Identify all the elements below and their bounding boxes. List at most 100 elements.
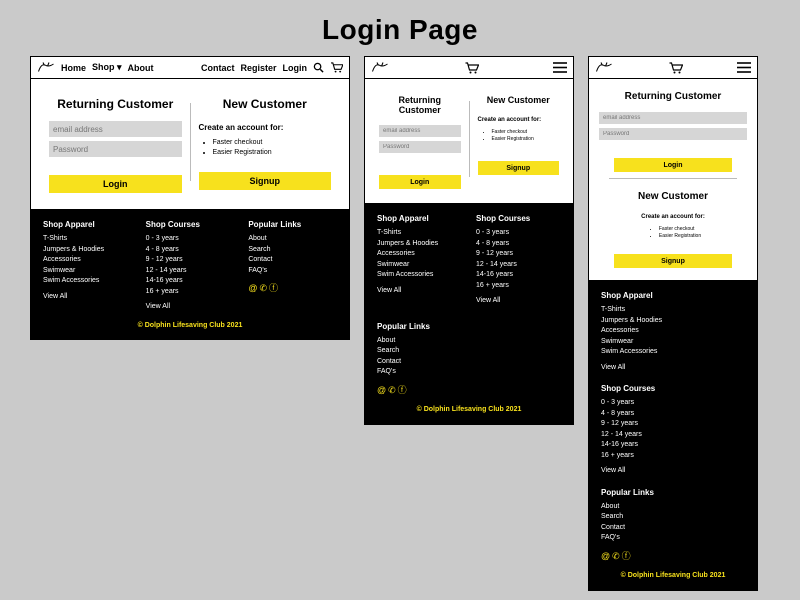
whatsapp-icon[interactable]: ✆ (612, 551, 620, 561)
footer-link[interactable]: FAQ's (601, 533, 745, 544)
password-input[interactable] (379, 141, 461, 153)
footer-link[interactable]: 14-16 years (146, 276, 235, 287)
footer-link[interactable]: Search (377, 346, 561, 357)
footer-link[interactable]: Contact (601, 523, 745, 534)
footer-apparel: Shop Apparel T-Shirts Jumpers & Hoodies … (377, 213, 462, 307)
footer-link[interactable]: 9 - 12 years (146, 255, 235, 266)
content-tablet: Returning Customer Login New Customer Cr… (365, 79, 573, 203)
nav-login[interactable]: Login (283, 63, 308, 73)
footer-link[interactable]: About (377, 336, 561, 347)
footer-link[interactable]: Jumpers & Hoodies (601, 316, 745, 327)
footer-link[interactable]: 16 + years (601, 451, 745, 462)
facebook-icon[interactable]: ⓕ (622, 551, 631, 561)
footer-link[interactable]: Search (601, 512, 745, 523)
footer-link[interactable]: Accessories (377, 249, 462, 260)
signup-button[interactable]: Signup (614, 254, 732, 268)
footer-link[interactable]: Contact (377, 357, 561, 368)
nav-contact[interactable]: Contact (201, 63, 235, 73)
cart-icon[interactable] (330, 62, 343, 73)
footer-link[interactable]: 0 - 3 years (476, 228, 561, 239)
footer-link[interactable]: 16 + years (146, 287, 235, 298)
footer-apparel-head: Shop Apparel (377, 213, 462, 225)
cart-icon[interactable] (668, 62, 683, 74)
footer-link[interactable]: Jumpers & Hoodies (377, 239, 462, 250)
nav-home[interactable]: Home (61, 63, 86, 73)
footer-link[interactable]: Swimwear (377, 260, 462, 271)
email-input[interactable] (599, 112, 747, 124)
footer-link[interactable]: 0 - 3 years (146, 234, 235, 245)
password-input[interactable] (599, 128, 747, 140)
footer-link[interactable]: FAQ's (377, 367, 561, 378)
footer-link[interactable]: 9 - 12 years (476, 249, 561, 260)
at-icon[interactable]: @ (377, 385, 386, 395)
login-button[interactable]: Login (49, 175, 182, 193)
footer-link[interactable]: T-Shirts (43, 234, 132, 245)
footer-link[interactable]: FAQ's (248, 266, 337, 277)
login-button[interactable]: Login (379, 175, 461, 189)
nav-about[interactable]: About (128, 63, 154, 73)
search-icon[interactable] (313, 62, 324, 73)
facebook-icon[interactable]: ⓕ (269, 283, 278, 293)
facebook-icon[interactable]: ⓕ (398, 385, 407, 395)
returning-customer-panel: Returning Customer Login (599, 87, 747, 172)
footer-link[interactable]: Jumpers & Hoodies (43, 245, 132, 256)
viewall-link[interactable]: View All (377, 286, 462, 297)
footer-link[interactable]: Swimwear (601, 337, 745, 348)
social-row: @ ✆ ⓕ (377, 384, 561, 398)
panel-divider (609, 178, 737, 179)
logo-icon (595, 61, 613, 75)
footer-link[interactable]: 4 - 8 years (146, 245, 235, 256)
hamburger-icon[interactable] (553, 62, 567, 73)
footer-link[interactable]: 4 - 8 years (601, 409, 745, 420)
email-input[interactable] (379, 125, 461, 137)
viewall-link[interactable]: View All (476, 296, 561, 307)
footer-link[interactable]: 14-16 years (476, 270, 561, 281)
whatsapp-icon[interactable]: ✆ (259, 283, 267, 293)
footer-mobile: Shop Apparel T-Shirts Jumpers & Hoodies … (589, 280, 757, 590)
signup-button[interactable]: Signup (478, 161, 560, 175)
footer-link[interactable]: 16 + years (476, 281, 561, 292)
footer-link[interactable]: Swim Accessories (377, 270, 462, 281)
footer-link[interactable]: T-Shirts (377, 228, 462, 239)
email-input[interactable] (49, 121, 182, 137)
footer-link[interactable]: 12 - 14 years (601, 430, 745, 441)
nav-shop[interactable]: Shop ▾ (92, 62, 122, 73)
viewall-link[interactable]: View All (43, 292, 132, 303)
footer-link[interactable]: Accessories (43, 255, 132, 266)
login-button[interactable]: Login (614, 158, 732, 172)
viewall-link[interactable]: View All (601, 466, 745, 477)
viewall-link[interactable]: View All (146, 302, 235, 313)
footer-link[interactable]: Swim Accessories (43, 276, 132, 287)
footer-link[interactable]: About (248, 234, 337, 245)
returning-title: Returning Customer (379, 95, 461, 115)
whatsapp-icon[interactable]: ✆ (388, 385, 396, 395)
footer-link[interactable]: Contact (248, 255, 337, 266)
signup-button[interactable]: Signup (199, 172, 332, 190)
hamburger-icon[interactable] (737, 62, 751, 73)
at-icon[interactable]: @ (601, 551, 610, 561)
cart-icon[interactable] (464, 62, 479, 74)
benefit-1: Faster checkout (659, 226, 701, 233)
nav-register[interactable]: Register (240, 63, 276, 73)
footer-link[interactable]: 0 - 3 years (601, 398, 745, 409)
mockups-row: Home Shop ▾ About Contact Register Login… (0, 56, 800, 591)
footer-link[interactable]: Search (248, 245, 337, 256)
footer-link[interactable]: 9 - 12 years (601, 419, 745, 430)
footer-popular-head: Popular Links (248, 219, 337, 231)
footer-link[interactable]: 14-16 years (601, 440, 745, 451)
footer-link[interactable]: T-Shirts (601, 305, 745, 316)
new-title: New Customer (223, 97, 307, 111)
viewall-link[interactable]: View All (601, 363, 745, 374)
footer-link[interactable]: About (601, 502, 745, 513)
password-input[interactable] (49, 141, 182, 157)
footer-link[interactable]: 4 - 8 years (476, 239, 561, 250)
footer-popular: Popular Links About Search Contact FAQ's… (601, 487, 745, 564)
at-icon[interactable]: @ (248, 283, 257, 293)
footer-link[interactable]: 12 - 14 years (146, 266, 235, 277)
footer-link[interactable]: Swimwear (43, 266, 132, 277)
footer-link[interactable]: 12 - 14 years (476, 260, 561, 271)
footer-link[interactable]: Swim Accessories (601, 347, 745, 358)
social-row: @ ✆ ⓕ (601, 550, 745, 564)
header-mobile (589, 57, 757, 79)
footer-link[interactable]: Accessories (601, 326, 745, 337)
